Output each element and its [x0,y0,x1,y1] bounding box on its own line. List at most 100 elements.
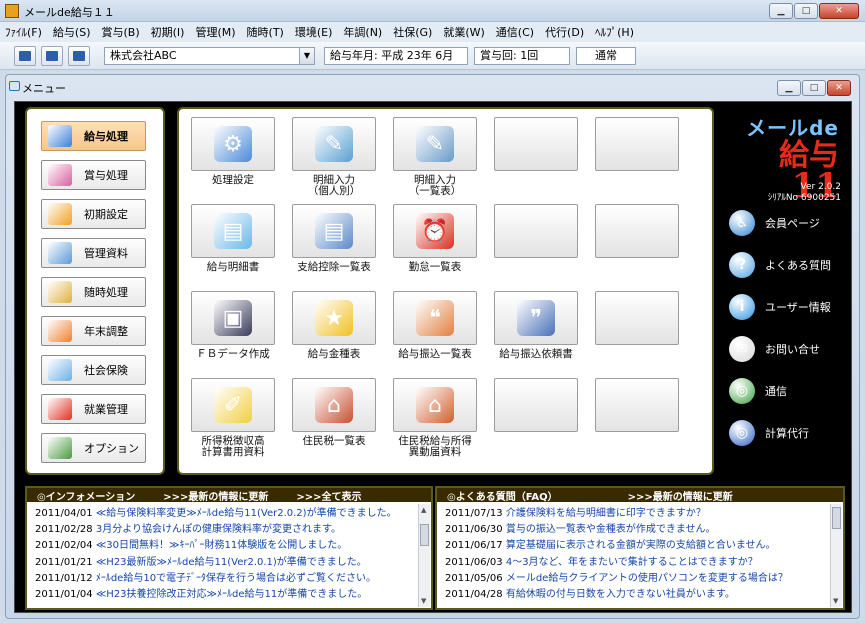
menu-environment[interactable]: 環境(E) [295,24,333,40]
nav-label: 賞与処理 [84,169,128,182]
side-link-6[interactable]: ◎ 計算代行 [729,420,809,446]
info-row[interactable]: 2011/02/28 3月分より協会けんぽの健康保険料率が変更されます。 [35,522,415,538]
faq-date: 2011/06/17 [445,540,503,552]
info-show-all-link[interactable]: >>>全て表示 [296,488,361,503]
menu-occasional[interactable]: 随時(T) [247,24,284,40]
function-tile-label: 住民税一覧表 [302,435,366,447]
toolbar-window-button[interactable] [41,46,63,66]
function-tile-12[interactable]: ★ [292,291,376,345]
menu-file[interactable]: ﾌｧｲﾙ(F) [5,24,42,40]
function-tile-label: 給与金種表 [307,348,361,360]
menu-salary[interactable]: 給与(S) [53,24,91,40]
faq-row[interactable]: 2011/06/17 算定基礎届に表示される金額が実際の支給額と合いません。 [445,538,827,554]
info-link[interactable]: ≪H23扶養控除改正対応≫ﾒｰﾙde給与11が準備できました。 [96,589,367,600]
side-link-2[interactable]: ? よくある質問 [729,252,831,278]
transfer-list-icon: ❝ [416,300,454,336]
info-row[interactable]: 2011/01/12 ﾒｰﾙde給与10で電子ﾃﾞｰﾀ保存を行う場合は必ずご覧く… [35,571,415,587]
function-tile-14[interactable]: ❞ [494,291,578,345]
info-scrollbar[interactable]: ▲ ▼ [418,504,430,607]
menu-bonus[interactable]: 賞与(B) [102,24,140,40]
menu-initial[interactable]: 初期(I) [151,24,185,40]
faq-link[interactable]: 賞与の振込一覧表や金種表が作成できません。 [506,524,716,535]
function-tile-2[interactable]: ✎ [292,117,376,171]
nav-label: 年末調整 [84,325,128,338]
info-row[interactable]: 2011/01/21 ≪H23最新版≫ﾒｰﾙde給与11(Ver2.0.1)が準… [35,555,415,571]
info-link[interactable]: 3月分より協会けんぽの健康保険料率が変更されます。 [96,524,341,535]
nav-button-4[interactable]: 管理資料 [41,238,146,268]
side-link-3[interactable]: i ユーザー情報 [729,294,831,320]
side-link-4[interactable]: ✉ お問い合せ [729,336,820,362]
mdi-minimize-button[interactable]: ▁ [777,80,801,96]
menu-help[interactable]: ﾍﾙﾌﾟ(H) [595,24,634,40]
window-icon [73,51,85,61]
deduction-list-icon: ▤ [315,213,353,249]
nav-button-9[interactable]: オプション [41,433,146,463]
information-panel: ◎インフォメーション >>>最新の情報に更新 >>>全て表示 2011/04/0… [25,486,433,610]
faq-update-link[interactable]: >>>最新の情報に更新 [628,488,733,503]
function-tile-label: 給与振込一覧表 [398,348,472,360]
nav-button-7[interactable]: 社会保険 [41,355,146,385]
mdi-close-button[interactable]: ✕ [827,80,851,96]
nav-button-6[interactable]: 年末調整 [41,316,146,346]
faq-link[interactable]: 算定基礎届に表示される金額が実際の支給額と合いません。 [506,540,776,551]
nav-button-3[interactable]: 初期設定 [41,199,146,229]
info-link[interactable]: ≪30日間無料！≫ｷｰﾊﾟｰ財務11体験版を公開しました。 [96,540,347,551]
function-tile-13[interactable]: ❝ [393,291,477,345]
menu-social-insurance[interactable]: 社保(G) [393,24,432,40]
info-link[interactable]: ≪給与保険料率変更≫ﾒｰﾙde給与11(Ver2.0.2)が準備できました。 [96,508,397,519]
nav-button-2[interactable]: 賞与処理 [41,160,146,190]
faq-row[interactable]: 2011/04/28 有給休暇の付与日数を入力できない社員がいます。 [445,587,827,603]
faq-link[interactable]: 介護保険料を給与明細書に印字できますか？ [506,508,706,519]
toolbar-monitor-button[interactable] [14,46,36,66]
faq-link[interactable]: 4～3月など、年をまたいで集計することはできますか？ [506,557,758,568]
toolbar-window2-button[interactable] [68,46,90,66]
company-select[interactable]: 株式会社ABC [104,47,300,65]
menu-attendance[interactable]: 就業(W) [443,24,484,40]
menu-agency[interactable]: 代行(D) [545,24,584,40]
minimize-button[interactable]: ▁ [769,3,793,19]
info-update-link[interactable]: >>>最新の情報に更新 [163,488,268,503]
mdi-maximize-button[interactable]: □ [802,80,826,96]
function-tile-17[interactable]: ⌂ [292,378,376,432]
chevron-down-icon[interactable]: ▼ [299,47,315,65]
side-link-5[interactable]: ◎ 通信 [729,378,787,404]
faq-row[interactable]: 2011/05/06 メールde給与クライアントの使用パソコンを変更する場合は？ [445,571,827,587]
side-link-1[interactable]: ♿ 会員ページ [729,210,820,236]
maximize-button[interactable]: □ [794,3,818,19]
menu-communication[interactable]: 通信(C) [496,24,534,40]
mail-icon: ✉ [729,336,755,362]
faq-link[interactable]: メールde給与クライアントの使用パソコンを変更する場合は？ [506,573,788,584]
menu-year-end[interactable]: 年調(N) [343,24,382,40]
close-button[interactable]: ✕ [819,3,859,19]
info-row[interactable]: 2011/02/04 ≪30日間無料！≫ｷｰﾊﾟｰ財務11体験版を公開しました。 [35,538,415,554]
app-titlebar: メールde給与１１ ▁ □ ✕ [0,0,865,22]
menu-management[interactable]: 管理(M) [195,24,235,40]
monitor-icon [19,51,31,61]
function-tile-16[interactable]: ✐ [191,378,275,432]
function-tile-8[interactable]: ⏰ [393,204,477,258]
nav-button-5[interactable]: 随時処理 [41,277,146,307]
documents-icon [48,242,72,264]
function-tile-11[interactable]: ▣ [191,291,275,345]
info-row[interactable]: 2011/01/04 ≪H23扶養控除改正対応≫ﾒｰﾙde給与11が準備できまし… [35,587,415,603]
function-tile-label: 住民税給与所得 異動届資料 [398,435,472,458]
nav-button-1[interactable]: 給与処理 [41,121,146,151]
settings-tools-icon: ⚙ [214,126,252,162]
info-row[interactable]: 2011/04/01 ≪給与保険料率変更≫ﾒｰﾙde給与11(Ver2.0.2)… [35,506,415,522]
menu-content: 給与処理 賞与処理 初期設定 管理資料 随時処理 年末調整 社会保険 就業管理 オプション ⚙ 処… [14,101,852,613]
info-link[interactable]: ≪H23最新版≫ﾒｰﾙde給与11(Ver2.0.1)が準備できました。 [96,557,367,568]
function-tile-3[interactable]: ✎ [393,117,477,171]
function-tile-6[interactable]: ▤ [191,204,275,258]
function-tile-1[interactable]: ⚙ [191,117,275,171]
faq-row[interactable]: 2011/06/30 賞与の振込一覧表や金種表が作成できません。 [445,522,827,538]
function-tile-7[interactable]: ▤ [292,204,376,258]
faq-link[interactable]: 有給休暇の付与日数を入力できない社員がいます。 [506,589,735,600]
function-tile-18[interactable]: ⌂ [393,378,477,432]
info-link[interactable]: ﾒｰﾙde給与10で電子ﾃﾞｰﾀ保存を行う場合は必ずご覧ください。 [96,573,376,584]
faq-row[interactable]: 2011/06/03 4～3月など、年をまたいで集計することはできますか？ [445,555,827,571]
faq-scrollbar[interactable]: ▲▼ [830,504,842,607]
app-title: メールde給与１１ [24,6,115,19]
faq-row[interactable]: 2011/07/13 介護保険料を給与明細書に印字できますか？ [445,506,827,522]
nav-button-8[interactable]: 就業管理 [41,394,146,424]
empty-tile [595,378,679,432]
